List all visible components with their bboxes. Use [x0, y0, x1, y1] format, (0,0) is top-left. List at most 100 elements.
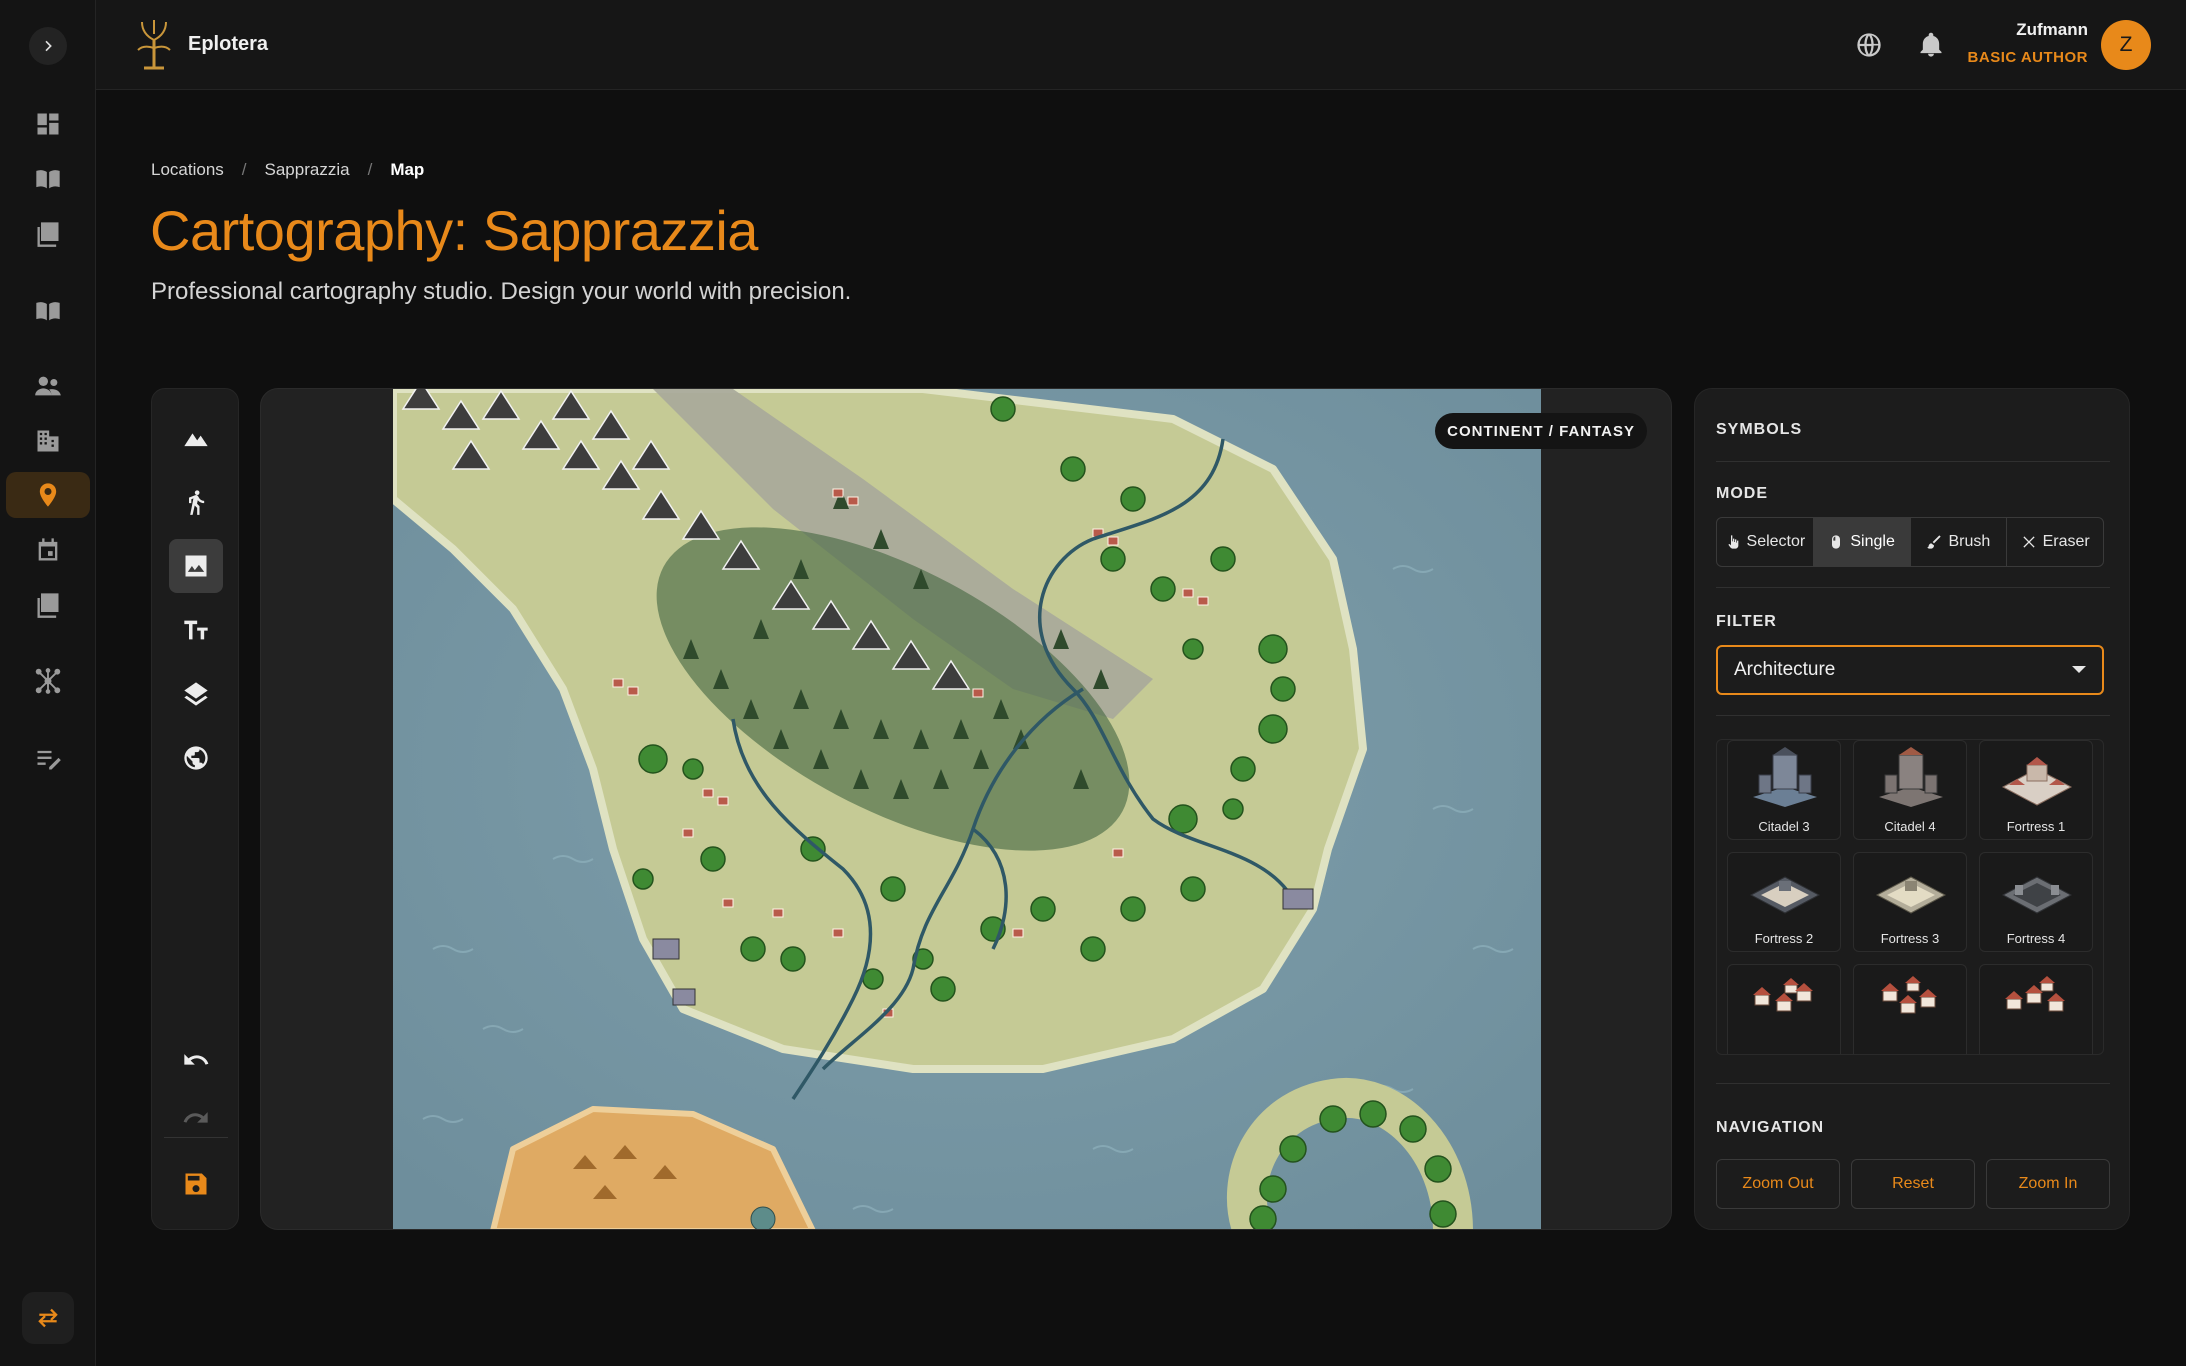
path-tool[interactable] — [169, 475, 223, 529]
mode-label: Brush — [1948, 533, 1991, 550]
globe-icon — [184, 746, 208, 770]
nav-characters[interactable] — [25, 363, 71, 409]
text-tool[interactable] — [169, 603, 223, 657]
save-button[interactable] — [169, 1157, 223, 1211]
mode-eraser-button[interactable]: Eraser — [2007, 518, 2103, 566]
mode-single-button[interactable]: Single — [1813, 518, 1911, 566]
building-icon — [37, 430, 59, 452]
citadel-icon — [1879, 747, 1943, 807]
notifications-button[interactable] — [1914, 28, 1948, 62]
undo-button[interactable] — [169, 1033, 223, 1087]
network-icon — [35, 668, 61, 694]
text-size-icon — [184, 620, 208, 640]
symbol-label: Fortress 2 — [1754, 931, 1814, 946]
nav-notes[interactable] — [25, 582, 71, 628]
filter-select[interactable]: Architecture — [1716, 645, 2104, 695]
citadel-icon — [1753, 747, 1817, 807]
breadcrumb-map: Map — [390, 160, 425, 179]
app-name: Eplotera — [188, 32, 269, 55]
symbol-label: Fortress 4 — [2006, 931, 2066, 946]
symbol-grid: Citadel 3 Citadel 4 Fortress 1 Fortress … — [1716, 739, 2104, 1055]
nav-book[interactable] — [25, 156, 71, 202]
avatar[interactable]: Z — [2101, 20, 2151, 70]
breadcrumb-separator: / — [241, 160, 247, 179]
nav-library[interactable] — [25, 211, 71, 257]
terrain-tool[interactable] — [169, 411, 223, 465]
symbol-label: Citadel 3 — [1758, 819, 1810, 834]
save-icon — [185, 1173, 207, 1195]
mode-label: Single — [1850, 533, 1895, 550]
breadcrumb-separator: / — [367, 160, 373, 179]
user-name: Zufmann — [2016, 20, 2088, 39]
close-icon — [2022, 536, 2035, 548]
reset-view-button[interactable]: Reset — [1851, 1159, 1975, 1209]
mode-toggle-group: Selector Single Brush Eraser — [1716, 517, 2104, 567]
symbol-label: Fortress 3 — [1880, 931, 1940, 946]
location-pin-icon — [39, 483, 57, 507]
pointer-hand-icon — [1727, 535, 1738, 549]
switch-workspace-button[interactable] — [22, 1292, 74, 1344]
filter-value: Architecture — [1734, 659, 1836, 680]
layers-tool[interactable] — [169, 667, 223, 721]
nav-writing[interactable] — [25, 736, 71, 782]
mode-brush-button[interactable]: Brush — [1911, 518, 2008, 566]
divider — [164, 1137, 228, 1138]
village-icon — [1753, 978, 1813, 1012]
undo-icon — [184, 1054, 209, 1065]
divider — [1716, 715, 2110, 716]
breadcrumb-sapprazzia[interactable]: Sapprazzia — [265, 160, 350, 180]
page-subtitle: Professional cartography studio. Design … — [151, 278, 852, 305]
world-tool[interactable] — [169, 731, 223, 785]
symbol-village[interactable] — [1727, 964, 1841, 1054]
mode-selector-button[interactable]: Selector — [1717, 518, 1814, 566]
reader-icon — [36, 302, 60, 321]
divider — [1716, 1083, 2110, 1084]
user-role: BASIC AUTHOR — [1967, 49, 2088, 66]
nav-timeline[interactable] — [25, 527, 71, 573]
map-type-badge: CONTINENT / FANTASY — [1435, 413, 1647, 449]
breadcrumb-locations[interactable]: Locations — [151, 160, 224, 180]
symbol-fortress-1[interactable]: Fortress 1 — [1979, 740, 2093, 840]
nav-organizations[interactable] — [25, 418, 71, 464]
edit-list-icon — [37, 750, 61, 770]
symbol-citadel-3[interactable]: Citadel 3 — [1727, 740, 1841, 840]
layers-icon — [184, 682, 208, 706]
globe-icon — [1857, 33, 1881, 57]
bell-icon — [1920, 32, 1942, 57]
fortress-icon — [2001, 876, 2073, 914]
nav-relations[interactable] — [25, 658, 71, 704]
fortress-icon — [1749, 876, 1821, 914]
nav-locations[interactable] — [6, 472, 90, 518]
caret-down-icon — [2072, 666, 2086, 673]
symbols-panel: SYMBOLS MODE Selector Single Brush Erase… — [1694, 388, 2130, 1230]
symbol-village[interactable] — [1853, 964, 1967, 1054]
book-open-icon — [36, 170, 60, 189]
nav-dashboard[interactable] — [25, 101, 71, 147]
expand-sidebar-button[interactable] — [29, 27, 67, 65]
people-icon — [35, 376, 61, 396]
brand[interactable]: Eplotera — [134, 18, 268, 70]
notes-icon — [37, 593, 59, 618]
language-button[interactable] — [1852, 28, 1886, 62]
mountain-icon — [184, 433, 208, 447]
divider — [1716, 461, 2110, 462]
symbol-citadel-4[interactable]: Citadel 4 — [1853, 740, 1967, 840]
symbol-tool[interactable] — [169, 539, 223, 593]
mode-label: Selector — [1746, 533, 1806, 550]
symbol-fortress-4[interactable]: Fortress 4 — [1979, 852, 2093, 952]
symbol-village[interactable] — [1979, 964, 2093, 1054]
symbol-fortress-3[interactable]: Fortress 3 — [1853, 852, 1967, 952]
fortress-icon — [2001, 757, 2073, 806]
world-map[interactable] — [393, 389, 1541, 1230]
filter-heading: FILTER — [1716, 613, 1777, 630]
fortress-icon — [1875, 876, 1947, 914]
divider — [1716, 587, 2110, 588]
map-canvas[interactable]: CONTINENT / FANTASY — [260, 388, 1672, 1230]
zoom-out-button[interactable]: Zoom Out — [1716, 1159, 1840, 1209]
navigation-heading: NAVIGATION — [1716, 1119, 1825, 1136]
mouse-icon — [1832, 535, 1841, 549]
symbol-fortress-2[interactable]: Fortress 2 — [1727, 852, 1841, 952]
redo-icon — [183, 1112, 208, 1123]
nav-reader[interactable] — [25, 288, 71, 334]
zoom-in-button[interactable]: Zoom In — [1986, 1159, 2110, 1209]
